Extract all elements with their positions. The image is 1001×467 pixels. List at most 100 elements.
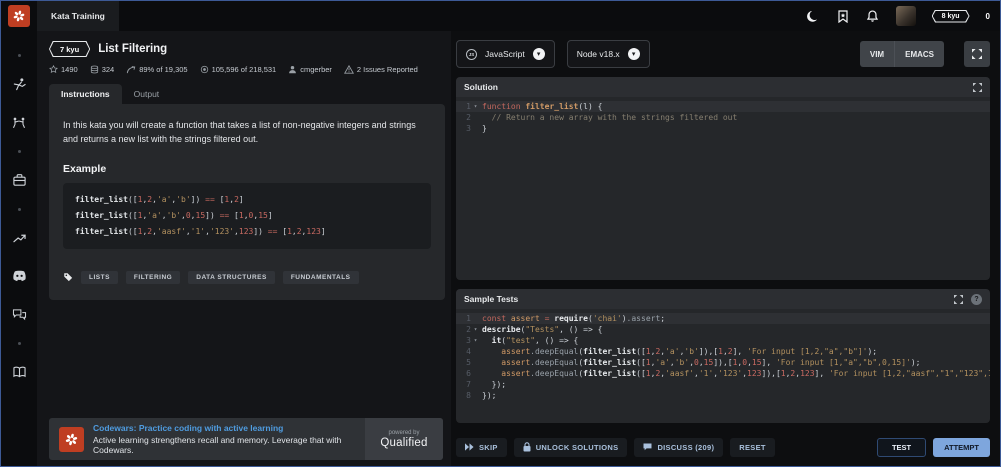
codewars-logo[interactable] — [8, 5, 30, 27]
sidebar-dot — [1, 45, 37, 65]
code-text: }); — [480, 390, 496, 401]
language-dropdown[interactable]: JS JavaScript ▾ — [456, 40, 555, 68]
tag-fundamentals[interactable]: FUNDAMENTALS — [283, 271, 359, 284]
promo-banner: Codewars: Practice coding with active le… — [49, 418, 443, 460]
expand-icon — [973, 83, 982, 92]
tag-icon — [63, 272, 73, 282]
solution-title: Solution — [464, 82, 965, 92]
kata-title-row: 7 kyu List Filtering — [49, 41, 445, 57]
attempt-button[interactable]: ATTEMPT — [933, 438, 990, 457]
line-number: 8 — [456, 390, 471, 401]
fold-marker[interactable]: ▾ — [471, 324, 480, 335]
fold-marker[interactable]: ▾ — [471, 101, 480, 112]
reset-button[interactable]: RESET — [730, 438, 775, 457]
action-bar: SKIP UNLOCK SOLUTIONS DISCUSS (209) RESE… — [456, 432, 990, 462]
tags-row: LISTS FILTERING DATA STRUCTURES FUNDAMEN… — [63, 271, 431, 284]
fold-marker[interactable]: ▾ — [471, 335, 480, 346]
help-icon[interactable]: ? — [971, 294, 982, 305]
tag-data-structures[interactable]: DATA STRUCTURES — [188, 271, 275, 284]
fold-marker — [471, 313, 480, 324]
tag-filtering[interactable]: FILTERING — [126, 271, 180, 284]
sample-tests-editor[interactable]: 1const assert = require('chai').assert;2… — [456, 309, 990, 423]
fullscreen-button[interactable] — [964, 41, 990, 67]
fold-marker — [471, 368, 480, 379]
codewars-swirl-icon — [63, 431, 80, 448]
code-line[interactable]: 5 assert.deepEqual(filter_list([1,'a','b… — [456, 357, 990, 368]
stat-issues: 2 Issues Reported — [344, 65, 418, 74]
code-text: const assert = require('chai').assert; — [480, 313, 665, 324]
promo-texts: Codewars: Practice coding with active le… — [93, 423, 355, 455]
stat-satisfaction: 89% of 19,305 — [126, 65, 187, 74]
code-line[interactable]: 6 assert.deepEqual(filter_list([1,2,'aas… — [456, 368, 990, 379]
discuss-button[interactable]: DISCUSS (209) — [634, 438, 723, 457]
solution-header: Solution — [456, 77, 990, 97]
skip-button[interactable]: SKIP — [456, 438, 507, 457]
stat-author[interactable]: cmgerber — [288, 65, 332, 74]
code-line[interactable]: 1▾function filter_list(l) { — [456, 101, 990, 112]
kata-training-tab[interactable]: Kata Training — [37, 1, 119, 31]
discord-icon — [12, 270, 27, 282]
fold-marker — [471, 390, 480, 401]
runtime-label: Node v18.x — [577, 49, 620, 59]
tab-instructions[interactable]: Instructions — [49, 84, 122, 104]
fold-marker — [471, 346, 480, 357]
sidebar-item-discord[interactable] — [1, 257, 37, 295]
code-line[interactable]: 3} — [456, 123, 990, 134]
practice-kick-icon — [12, 77, 27, 92]
vim-mode-button[interactable]: VIM — [860, 41, 894, 67]
dark-mode-moon-icon[interactable] — [806, 9, 820, 23]
unlock-solutions-button[interactable]: UNLOCK SOLUTIONS — [514, 438, 628, 457]
sparring-icon — [11, 115, 27, 130]
chevron-down-icon: ▾ — [628, 48, 640, 60]
sidebar-item-freestyle-sparring[interactable] — [1, 103, 37, 141]
code-line[interactable]: 2 // Return a new array with the strings… — [456, 112, 990, 123]
promo-content: Codewars: Practice coding with active le… — [49, 418, 365, 460]
notifications-bell-icon[interactable] — [866, 9, 880, 23]
bookmark-star-icon[interactable] — [836, 9, 850, 23]
sidebar-item-docs[interactable] — [1, 353, 37, 391]
solution-editor[interactable]: 1▾function filter_list(l) {2 // Return a… — [456, 97, 990, 280]
line-number: 3 — [456, 123, 471, 134]
stat-completions: 105,596 of 218,531 — [200, 65, 277, 74]
sidebar-item-forum[interactable] — [1, 295, 37, 333]
sidebar-item-leaderboard[interactable] — [1, 219, 37, 257]
solution-expand-button[interactable] — [973, 83, 982, 92]
code-text: } — [480, 123, 487, 134]
qualified-brand-box[interactable]: powered by Qualified — [365, 418, 443, 460]
sidebar-item-practice[interactable] — [1, 65, 37, 103]
user-rank-badge[interactable]: 8 kyu — [932, 10, 970, 23]
sidebar-dot — [1, 333, 37, 353]
codewars-swirl-icon — [11, 8, 27, 24]
book-icon — [12, 366, 27, 378]
example-heading: Example — [63, 163, 431, 175]
tab-output[interactable]: Output — [122, 84, 172, 104]
emacs-mode-button[interactable]: EMACS — [894, 41, 944, 67]
body-row: 7 kyu List Filtering 1490 324 89% of 19,… — [1, 31, 1000, 466]
code-line[interactable]: 4 assert.deepEqual(filter_list([1,2,'a',… — [456, 346, 990, 357]
stat-collections: 324 — [90, 65, 115, 74]
code-line: filter_list([1,2,'a','b']) == [1,2] — [73, 192, 421, 208]
code-line[interactable]: 3▾ it("test", () => { — [456, 335, 990, 346]
sidebar-item-careers[interactable] — [1, 161, 37, 199]
star-icon — [49, 65, 58, 74]
line-number: 1 — [456, 101, 471, 112]
code-line[interactable]: 2▾describe("Tests", () => { — [456, 324, 990, 335]
sample-tests-expand-button[interactable] — [954, 295, 963, 304]
topbar-right: 8 kyu 0 — [806, 1, 1000, 31]
user-avatar[interactable] — [896, 6, 916, 26]
code-line[interactable]: 1const assert = require('chai').assert; — [456, 313, 990, 324]
tag-lists[interactable]: LISTS — [81, 271, 118, 284]
code-text: filter_list([1,'a','b',0,15]) == [1,0,15… — [73, 208, 273, 224]
code-line[interactable]: 8}); — [456, 390, 990, 401]
kata-rank-badge: 7 kyu — [49, 41, 90, 57]
sidebar-dot — [1, 141, 37, 161]
promo-link[interactable]: Codewars: Practice coding with active le… — [93, 423, 355, 433]
test-button[interactable]: TEST — [877, 438, 926, 457]
runtime-dropdown[interactable]: Node v18.x ▾ — [567, 40, 650, 68]
fold-marker — [471, 357, 480, 368]
trending-up-icon — [12, 232, 27, 244]
honor-count: 0 — [986, 12, 990, 21]
line-number: 6 — [456, 368, 471, 379]
code-line[interactable]: 7 }); — [456, 379, 990, 390]
warning-icon — [344, 65, 354, 74]
